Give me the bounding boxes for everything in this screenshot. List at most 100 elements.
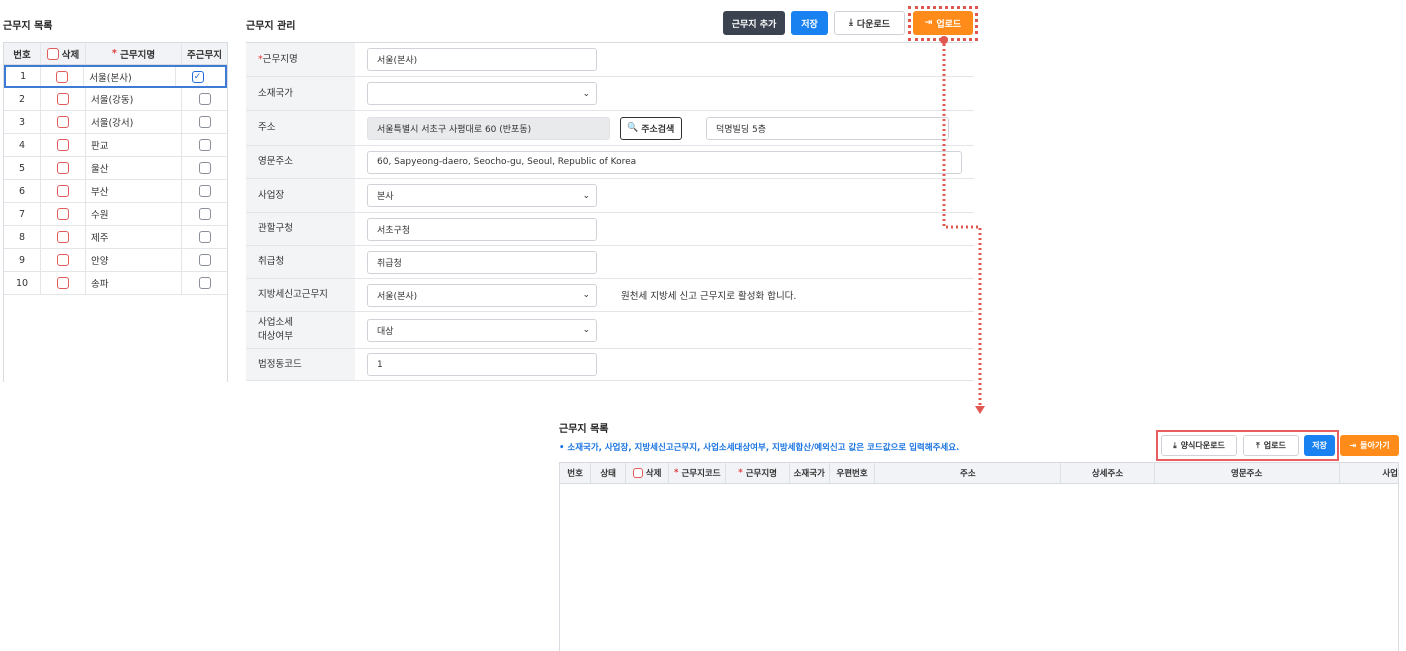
delete-checkbox[interactable]	[57, 208, 69, 220]
delete-checkbox[interactable]	[56, 70, 69, 83]
row-name: 수원	[86, 203, 182, 225]
list-item[interactable]: 4 판교	[4, 134, 227, 157]
row-name: 판교	[86, 134, 182, 156]
back-button[interactable]: ⇥ 돌아가기	[1340, 435, 1399, 456]
localtax-select[interactable]: 서울(본사) ⌄	[367, 283, 597, 307]
row-no: 4	[4, 134, 41, 156]
address-search-button[interactable]: 🔍 주소검색	[620, 116, 682, 140]
delete-checkbox[interactable]	[57, 162, 69, 174]
list-item[interactable]: 7 수원	[4, 203, 227, 226]
delete-checkbox[interactable]	[57, 254, 69, 266]
legal-code-input[interactable]: 1	[367, 353, 597, 376]
delete-checkbox[interactable]	[57, 185, 69, 197]
gcol-name: * 근무지명	[726, 463, 790, 483]
main-checkbox[interactable]	[198, 231, 211, 243]
upload-notice: • 소재국가, 사업장, 지방세신고근무지, 사업소세대상여부, 지방세합산/예…	[559, 443, 960, 453]
row-name: 울산	[86, 157, 182, 179]
main-checkbox[interactable]	[198, 139, 211, 151]
name-input[interactable]: 서울(본사)	[367, 48, 597, 71]
list-item[interactable]: 9 안양	[4, 249, 227, 272]
panel-save-button[interactable]: 저장	[1304, 435, 1335, 456]
main-checkbox[interactable]	[198, 208, 211, 220]
main-checkbox[interactable]	[198, 254, 211, 266]
grid-select-all-checkbox[interactable]	[632, 468, 643, 478]
back-icon: ⇥	[1349, 441, 1357, 450]
col-delete: 삭제	[41, 43, 86, 64]
form-title: 근무지 관리	[246, 21, 296, 32]
download-button[interactable]: ⤓ 다운로드	[834, 11, 905, 35]
search-icon: 🔍	[627, 123, 639, 133]
country-label: 소재국가	[246, 77, 355, 110]
gcol-eng-address: 영문주소	[1155, 463, 1340, 483]
gcol-code: * 근무지코드	[669, 463, 727, 483]
gcol-no: 번호	[560, 463, 592, 483]
main-checkbox[interactable]	[198, 93, 211, 105]
list-item[interactable]: 6 부산	[4, 180, 227, 203]
row-name: 제주	[86, 226, 182, 248]
gcol-site: 사업	[1382, 469, 1398, 479]
office-input[interactable]: 서초구청	[367, 217, 597, 241]
main-checkbox[interactable]	[198, 185, 211, 197]
main-checkbox[interactable]	[198, 277, 211, 289]
agency-input[interactable]: 취급청	[367, 250, 597, 274]
main-checkbox[interactable]	[198, 162, 211, 174]
localtax-note: 원천세 지방세 신고 근무지로 활성화 합니다.	[621, 291, 797, 302]
delete-checkbox[interactable]	[57, 139, 69, 151]
upload-button[interactable]: ⇥ 업로드	[913, 11, 973, 35]
list-item[interactable]: 3 서울(강서)	[4, 111, 227, 134]
template-download-button[interactable]: ⤓ 양식다운로드	[1161, 435, 1237, 456]
grid-header: 번호 상태 삭제 * 근무지코드 * 근무지명 소재국가 우편번호 주소 상세주소 …	[560, 463, 1398, 484]
chevron-down-icon: ⌄	[582, 290, 590, 300]
eng-address-label: 영문주소	[246, 146, 355, 178]
col-name: * 근무지명	[86, 43, 182, 64]
add-worksite-button[interactable]: 근무지 추가	[723, 11, 785, 35]
address-label: 주소	[246, 111, 355, 145]
row-no: 8	[4, 226, 41, 248]
list-item[interactable]: 10 송파	[4, 272, 227, 295]
delete-checkbox[interactable]	[57, 93, 69, 105]
list-item[interactable]: 5 울산	[4, 157, 227, 180]
address-input: 서울특별시 서초구 사평대로 60 (반포동)	[367, 116, 610, 140]
upload-grid: 번호 상태 삭제 * 근무지코드 * 근무지명 소재국가 우편번호 주소 상세주소 …	[559, 462, 1399, 651]
name-label: * 근무지명	[246, 43, 355, 76]
main-checkbox[interactable]	[198, 116, 211, 128]
bizsize-select[interactable]: 대상 ⌄	[367, 318, 597, 342]
legal-code-label: 법정동코드	[246, 349, 355, 380]
gcol-address: 주소	[875, 463, 1062, 483]
panel-upload-button[interactable]: ⤒ 업로드	[1243, 435, 1299, 456]
select-all-checkbox[interactable]	[46, 47, 59, 60]
col-main: 주근무지	[187, 49, 222, 61]
eng-address-input[interactable]: 60, Sapyeong-daero, Seocho-gu, Seoul, Re…	[367, 150, 962, 174]
delete-checkbox[interactable]	[57, 116, 69, 128]
row-name: 안양	[86, 249, 182, 271]
site-label: 사업장	[246, 179, 355, 212]
gcol-country: 소재국가	[790, 463, 830, 483]
row-no: 10	[4, 272, 41, 294]
upload-panel-title: 근무지 목록	[559, 424, 609, 435]
site-select[interactable]: 본사 ⌄	[367, 184, 597, 207]
row-no: 1	[6, 67, 42, 86]
row-name: 송파	[86, 272, 182, 294]
download-icon: ⤓	[848, 18, 853, 28]
upload-icon: ⇥	[924, 18, 933, 28]
country-select[interactable]: ⌄	[367, 82, 597, 105]
list-item[interactable]: 1 서울(본사) ✓	[4, 65, 227, 88]
row-no: 7	[4, 203, 41, 225]
save-button[interactable]: 저장	[791, 11, 828, 35]
chevron-down-icon: ⌄	[582, 325, 590, 335]
row-no: 5	[4, 157, 41, 179]
connector-arrow	[940, 36, 985, 414]
delete-checkbox[interactable]	[57, 277, 69, 289]
row-name: 부산	[86, 180, 182, 202]
left-list-title: 근무지 목록	[3, 21, 53, 32]
address-detail-input[interactable]: 덕명빌딩 5층	[706, 116, 949, 140]
list-item[interactable]: 8 제주	[4, 226, 227, 249]
list-header: 번호 삭제 * 근무지명 주근무지	[4, 43, 227, 65]
list-item[interactable]: 2 서울(강동)	[4, 88, 227, 111]
office-label: 관할구청	[246, 213, 355, 245]
localtax-label: 지방세신고근무지	[246, 279, 355, 311]
delete-checkbox[interactable]	[57, 231, 69, 243]
main-checkbox-checked[interactable]: ✓	[191, 70, 204, 83]
worksite-list: 번호 삭제 * 근무지명 주근무지 1 서울(본사) ✓ 2 서울(강동) 3 서울(강서)…	[3, 42, 228, 382]
chevron-down-icon: ⌄	[582, 88, 590, 99]
